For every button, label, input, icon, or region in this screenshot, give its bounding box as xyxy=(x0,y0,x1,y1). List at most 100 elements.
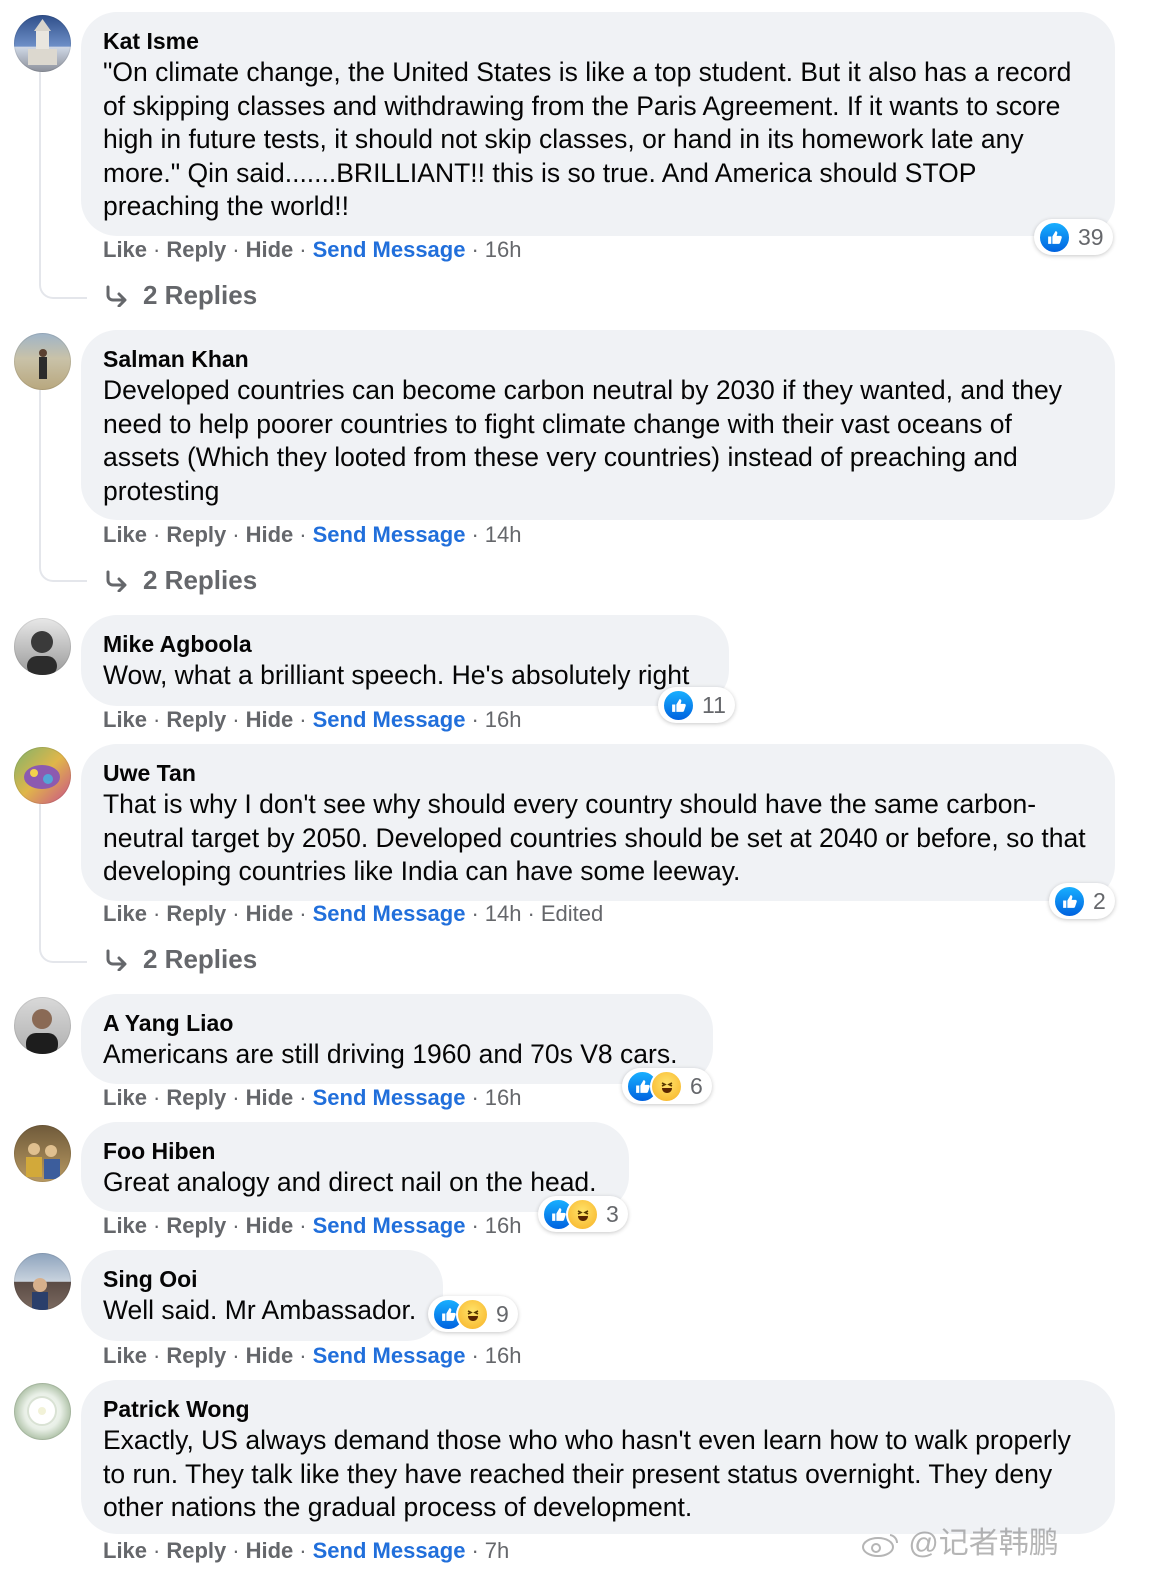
comment-text: That is why I don't see why should every… xyxy=(103,789,1086,886)
like-button[interactable]: Like xyxy=(103,707,147,732)
reaction-count: 11 xyxy=(702,691,726,718)
avatar[interactable] xyxy=(14,997,71,1054)
view-replies-button[interactable]: 2 Replies xyxy=(105,944,257,975)
reaction-summary[interactable]: 3 xyxy=(538,1196,628,1232)
comment-text: Americans are still driving 1960 and 70s… xyxy=(103,1039,678,1069)
reply-button[interactable]: Reply xyxy=(166,1213,226,1238)
like-button[interactable]: Like xyxy=(103,237,147,262)
comment-text: Wow, what a brilliant speech. He's absol… xyxy=(103,660,690,690)
reply-button[interactable]: Reply xyxy=(166,522,226,547)
reaction-summary[interactable]: 9 xyxy=(428,1296,518,1332)
send-message-button[interactable]: Send Message xyxy=(313,1343,466,1368)
avatar[interactable] xyxy=(14,618,71,675)
hide-button[interactable]: Hide xyxy=(246,1538,294,1563)
hide-button[interactable]: Hide xyxy=(246,901,294,926)
reply-button[interactable]: Reply xyxy=(166,237,226,262)
comment-bubble: Uwe Tan That is why I don't see why shou… xyxy=(81,744,1115,901)
separator: · xyxy=(232,1213,240,1238)
comment-text: Developed countries can become carbon ne… xyxy=(103,375,1063,506)
like-button[interactable]: Like xyxy=(103,1085,147,1110)
reaction-summary[interactable]: 11 xyxy=(658,687,735,723)
like-button[interactable]: Like xyxy=(103,901,147,926)
hide-button[interactable]: Hide xyxy=(246,707,294,732)
comment-author[interactable]: Mike Agboola xyxy=(103,629,707,659)
comment-actions: Like · Reply · Hide · Send Message · 16h xyxy=(103,1212,522,1240)
comment-text: Great analogy and direct nail on the hea… xyxy=(103,1167,597,1197)
comment-actions: Like · Reply · Hide · Send Message · 14h · Edited xyxy=(103,900,603,928)
hide-button[interactable]: Hide xyxy=(246,1213,294,1238)
comment-actions: Like · Reply · Hide · Send Message · 16h xyxy=(103,706,522,734)
comment-author[interactable]: Salman Khan xyxy=(103,344,1093,374)
like-icon xyxy=(1053,884,1086,918)
separator: · xyxy=(232,237,240,262)
send-message-button[interactable]: Send Message xyxy=(313,901,466,926)
comment-author[interactable]: Foo Hiben xyxy=(103,1136,607,1166)
separator: · xyxy=(153,1213,161,1238)
like-button[interactable]: Like xyxy=(103,1343,147,1368)
view-replies-button[interactable]: 2 Replies xyxy=(105,565,257,596)
reply-button[interactable]: Reply xyxy=(166,1538,226,1563)
hide-button[interactable]: Hide xyxy=(246,1085,294,1110)
avatar[interactable] xyxy=(14,1383,71,1440)
reply-button[interactable]: Reply xyxy=(166,1343,226,1368)
reaction-summary[interactable]: 6 xyxy=(622,1068,712,1104)
separator: · xyxy=(471,1085,479,1110)
send-message-button[interactable]: Send Message xyxy=(313,522,466,547)
watermark-text: @记者韩鹏 xyxy=(908,1527,1059,1560)
hide-button[interactable]: Hide xyxy=(246,1343,294,1368)
like-button[interactable]: Like xyxy=(103,1213,147,1238)
reply-arrow-icon xyxy=(106,949,127,971)
separator: · xyxy=(299,522,307,547)
comment-actions: Like · Reply · Hide · Send Message · 14h xyxy=(103,521,522,549)
separator: · xyxy=(153,901,161,926)
comment-author[interactable]: Patrick Wong xyxy=(103,1394,1093,1424)
view-replies-button[interactable]: 2 Replies xyxy=(105,280,257,311)
comment-bubble: Sing Ooi Well said. Mr Ambassador. xyxy=(81,1250,443,1341)
timestamp[interactable]: 14h xyxy=(485,901,522,926)
comment-author[interactable]: A Yang Liao xyxy=(103,1008,691,1038)
timestamp[interactable]: 16h xyxy=(485,1213,522,1238)
avatar[interactable] xyxy=(14,747,71,804)
timestamp[interactable]: 7h xyxy=(485,1538,509,1563)
send-message-button[interactable]: Send Message xyxy=(313,1085,466,1110)
timestamp[interactable]: 16h xyxy=(485,1343,522,1368)
hide-button[interactable]: Hide xyxy=(246,237,294,262)
separator: · xyxy=(299,1085,307,1110)
hide-button[interactable]: Hide xyxy=(246,522,294,547)
timestamp[interactable]: 14h xyxy=(485,522,522,547)
separator: · xyxy=(232,522,240,547)
reply-button[interactable]: Reply xyxy=(166,1085,226,1110)
comment-actions: Like · Reply · Hide · Send Message · 7h xyxy=(103,1537,509,1565)
like-button[interactable]: Like xyxy=(103,1538,147,1563)
comment-author[interactable]: Uwe Tan xyxy=(103,758,1093,788)
avatar[interactable] xyxy=(14,1253,71,1310)
avatar[interactable] xyxy=(14,333,71,390)
timestamp[interactable]: 16h xyxy=(485,237,522,262)
reaction-summary[interactable]: 39 xyxy=(1034,219,1113,255)
like-button[interactable]: Like xyxy=(103,522,147,547)
timestamp[interactable]: 16h xyxy=(485,1085,522,1110)
separator: · xyxy=(232,707,240,732)
send-message-button[interactable]: Send Message xyxy=(313,237,466,262)
reaction-summary[interactable]: 2 xyxy=(1049,883,1115,919)
comment-text: Exactly, US always demand those who who … xyxy=(103,1425,1071,1522)
avatar[interactable] xyxy=(14,15,71,72)
reply-button[interactable]: Reply xyxy=(166,901,226,926)
replies-label: 2 Replies xyxy=(143,280,258,310)
avatar[interactable] xyxy=(14,1125,71,1182)
comment-author[interactable]: Sing Ooi xyxy=(103,1264,421,1294)
reply-arrow-icon xyxy=(106,570,127,592)
reply-button[interactable]: Reply xyxy=(166,707,226,732)
send-message-button[interactable]: Send Message xyxy=(313,1213,466,1238)
reaction-count: 3 xyxy=(606,1200,619,1227)
edited-label: Edited xyxy=(540,901,604,926)
comment-bubble: Mike Agboola Wow, what a brilliant speec… xyxy=(81,615,729,706)
watermark: @记者韩鹏 xyxy=(860,1518,1059,1562)
timestamp[interactable]: 16h xyxy=(485,707,522,732)
comment-author[interactable]: Kat Isme xyxy=(103,26,1093,56)
send-message-button[interactable]: Send Message xyxy=(313,707,466,732)
separator: · xyxy=(299,237,307,262)
comment-actions: Like · Reply · Hide · Send Message · 16h xyxy=(103,1342,522,1370)
separator: · xyxy=(471,522,479,547)
send-message-button[interactable]: Send Message xyxy=(313,1538,466,1563)
